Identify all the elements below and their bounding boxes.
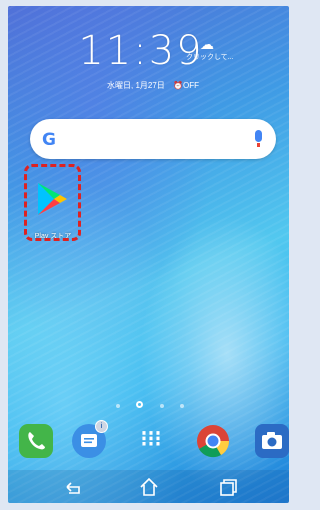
navigation-bar (8, 470, 289, 503)
alarm-icon: ⏰ (173, 81, 183, 90)
notification-badge: i (95, 420, 108, 433)
weather-text: クリックして... (186, 54, 234, 61)
page-dot (180, 404, 184, 408)
message-icon[interactable]: i (72, 420, 108, 458)
home-screen: 11:39 ☁ クリックして... 水曜日, 1月27日 ⏰OFF G Play… (8, 6, 289, 503)
google-logo: G (42, 130, 56, 150)
page-dot (116, 404, 120, 408)
mic-icon[interactable] (255, 130, 262, 147)
page-dot (160, 404, 164, 408)
page-indicator (116, 401, 188, 411)
recents-icon[interactable] (216, 475, 240, 499)
selection-highlight (24, 164, 81, 241)
date-text: 水曜日, 1月27日 (107, 81, 165, 90)
phone-icon[interactable] (19, 424, 53, 458)
dock: i ⁝⁝⁝ (16, 420, 289, 464)
google-search-bar[interactable]: G (30, 119, 276, 159)
date-line: 水曜日, 1月27日 ⏰OFF (68, 80, 238, 91)
alarm-status: OFF (183, 81, 199, 90)
camera-icon[interactable] (255, 424, 289, 458)
cloud-icon: ☁ (200, 36, 214, 52)
chrome-icon[interactable] (196, 424, 230, 458)
apps-grid-icon[interactable]: ⁝⁝⁝ (134, 424, 168, 458)
back-icon[interactable] (61, 475, 85, 499)
page-dot-current (136, 401, 143, 408)
home-icon[interactable] (137, 475, 161, 499)
weather-widget[interactable]: ☁ クリックして... (186, 36, 246, 62)
